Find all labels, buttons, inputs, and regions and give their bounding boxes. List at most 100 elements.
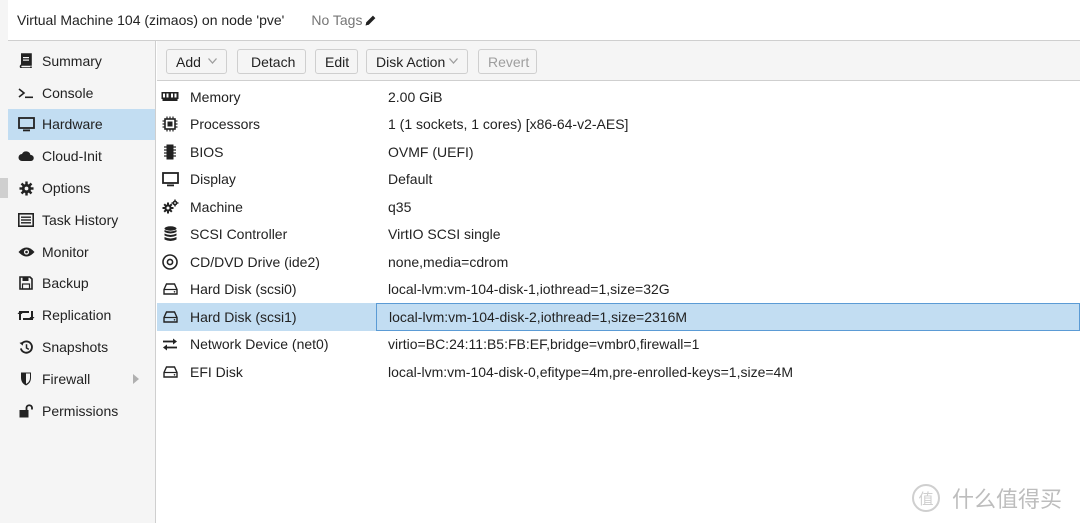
sidebar-item-replication[interactable]: Replication — [8, 299, 155, 331]
revert-button[interactable]: Revert — [478, 49, 537, 74]
exchange-icon — [161, 335, 179, 353]
sidebar-item-label: Hardware — [42, 116, 103, 133]
sidebar-item-backup[interactable]: Backup — [8, 268, 155, 300]
hw-name: Network Device (net0) — [190, 336, 329, 353]
table-row[interactable]: Hard Disk (scsi0) local-lvm:vm-104-disk-… — [157, 276, 1080, 304]
sidebar-item-console[interactable]: Console — [8, 77, 155, 109]
table-row-selected[interactable]: Hard Disk (scsi1) local-lvm:vm-104-disk-… — [157, 303, 1080, 331]
revert-button-label: Revert — [488, 53, 530, 70]
hw-name: Display — [190, 171, 236, 188]
terminal-icon — [17, 84, 35, 102]
sidebar-item-label: Replication — [42, 307, 112, 324]
hw-name: BIOS — [190, 143, 224, 160]
table-row[interactable]: CD/DVD Drive (ide2) none,media=cdrom — [157, 248, 1080, 276]
hw-name: SCSI Controller — [190, 226, 288, 243]
table-row[interactable]: SCSI Controller VirtIO SCSI single — [157, 221, 1080, 249]
hw-value: OVMF (UEFI) — [388, 143, 474, 160]
hw-value: none,media=cdrom — [388, 253, 509, 270]
collapse-handle[interactable] — [0, 178, 8, 198]
sidebar-item-monitor[interactable]: Monitor — [8, 236, 155, 268]
cogs-icon — [161, 198, 179, 216]
hardware-toolbar: Add Detach Edit Disk Action Revert — [157, 41, 1080, 81]
sidebar-item-permissions[interactable]: Permissions — [8, 395, 155, 427]
sidebar-item-label: Permissions — [42, 402, 119, 419]
detach-button-label: Detach — [251, 53, 296, 70]
hw-name: Processors — [190, 116, 261, 133]
hw-name: Machine — [190, 198, 243, 215]
unlock-icon — [17, 402, 35, 420]
table-row[interactable]: Network Device (net0) virtio=BC:24:11:B5… — [157, 331, 1080, 359]
sidebar-item-label: Snapshots — [42, 339, 109, 356]
sidebar-item-label: Monitor — [42, 243, 89, 260]
floppy-icon — [17, 274, 35, 292]
hw-value: 2.00 GiB — [388, 88, 443, 105]
tags-editor[interactable]: No Tags — [311, 12, 377, 28]
hw-name: Hard Disk (scsi1) — [190, 308, 297, 325]
edit-button-label: Edit — [325, 53, 350, 70]
hw-value: VirtIO SCSI single — [388, 226, 501, 243]
watermark-text: 什么值得买 — [952, 487, 1063, 512]
hdd-icon — [161, 280, 179, 298]
sidebar-item-label: Cloud-Init — [42, 148, 102, 165]
add-button-label: Add — [176, 53, 201, 70]
hw-name: Hard Disk (scsi0) — [190, 281, 297, 298]
sidebar-item-label: Summary — [42, 52, 102, 69]
monitor-icon — [17, 115, 35, 133]
edit-button[interactable]: Edit — [315, 49, 358, 74]
sidebar-item-summary[interactable]: Summary — [8, 45, 155, 77]
sidebar-item-firewall[interactable]: Firewall — [8, 363, 155, 395]
disk-action-button[interactable]: Disk Action — [366, 49, 468, 74]
microchip-icon — [161, 143, 179, 161]
database-icon — [161, 225, 179, 243]
list-icon — [17, 211, 35, 229]
eye-icon — [17, 243, 35, 261]
add-button[interactable]: Add — [166, 49, 227, 74]
table-row[interactable]: Machine q35 — [157, 193, 1080, 221]
hw-value: local-lvm:vm-104-disk-2,iothread=1,size=… — [376, 303, 1080, 331]
shield-icon — [17, 370, 35, 388]
history-icon — [17, 338, 35, 356]
hardware-grid: Memory 2.00 GiB Processors 1 (1 sockets,… — [157, 83, 1080, 386]
pencil-icon[interactable] — [364, 14, 377, 27]
table-row[interactable]: BIOS OVMF (UEFI) — [157, 138, 1080, 166]
hdd-icon — [161, 308, 179, 326]
gear-icon — [17, 179, 35, 197]
vm-sidebar: Summary Console Hardware Cloud-Init Opti… — [8, 41, 156, 523]
sidebar-item-task-history[interactable]: Task History — [8, 204, 155, 236]
cdrom-icon — [161, 253, 179, 271]
hw-value: 1 (1 sockets, 1 cores) [x86-64-v2-AES] — [388, 116, 629, 133]
hw-name: CD/DVD Drive (ide2) — [190, 253, 320, 270]
hw-value: virtio=BC:24:11:B5:FB:EF,bridge=vmbr0,fi… — [388, 336, 700, 353]
sidebar-item-hardware[interactable]: Hardware — [8, 108, 155, 141]
hw-name: EFI Disk — [190, 363, 243, 380]
hw-value: q35 — [388, 198, 412, 215]
hw-value: local-lvm:vm-104-disk-1,iothread=1,size=… — [388, 281, 670, 298]
sidebar-item-options[interactable]: Options — [8, 172, 155, 204]
sidebar-item-label: Console — [42, 84, 94, 101]
table-row[interactable]: Display Default — [157, 166, 1080, 194]
expand-arrow-icon[interactable] — [133, 373, 139, 384]
vm-title: Virtual Machine 104 (zimaos) on node 'pv… — [17, 12, 285, 28]
table-row[interactable]: Memory 2.00 GiB — [157, 83, 1080, 111]
cpu-icon — [161, 115, 179, 133]
hw-value: local-lvm:vm-104-disk-0,efitype=4m,pre-e… — [388, 363, 793, 380]
hdd-icon — [161, 363, 179, 381]
tags-label: No Tags — [311, 12, 363, 28]
sidebar-item-label: Firewall — [42, 370, 91, 387]
hw-value: Default — [388, 171, 433, 188]
disk-action-button-label: Disk Action — [376, 53, 446, 70]
sidebar-item-label: Options — [42, 180, 91, 197]
watermark: 值 什么值得买 — [912, 482, 1062, 514]
table-row[interactable]: Processors 1 (1 sockets, 1 cores) [x86-6… — [157, 111, 1080, 139]
table-row[interactable]: EFI Disk local-lvm:vm-104-disk-0,efitype… — [157, 358, 1080, 386]
sidebar-item-cloud-init[interactable]: Cloud-Init — [8, 140, 155, 172]
cloud-icon — [17, 147, 35, 165]
detach-button[interactable]: Detach — [237, 49, 306, 74]
sidebar-item-label: Task History — [42, 211, 119, 228]
chevron-down-icon — [208, 58, 217, 64]
hw-name: Memory — [190, 88, 241, 105]
sidebar-item-snapshots[interactable]: Snapshots — [8, 331, 155, 363]
retweet-icon — [17, 306, 35, 324]
book-icon — [17, 52, 35, 70]
memory-icon — [161, 88, 179, 106]
